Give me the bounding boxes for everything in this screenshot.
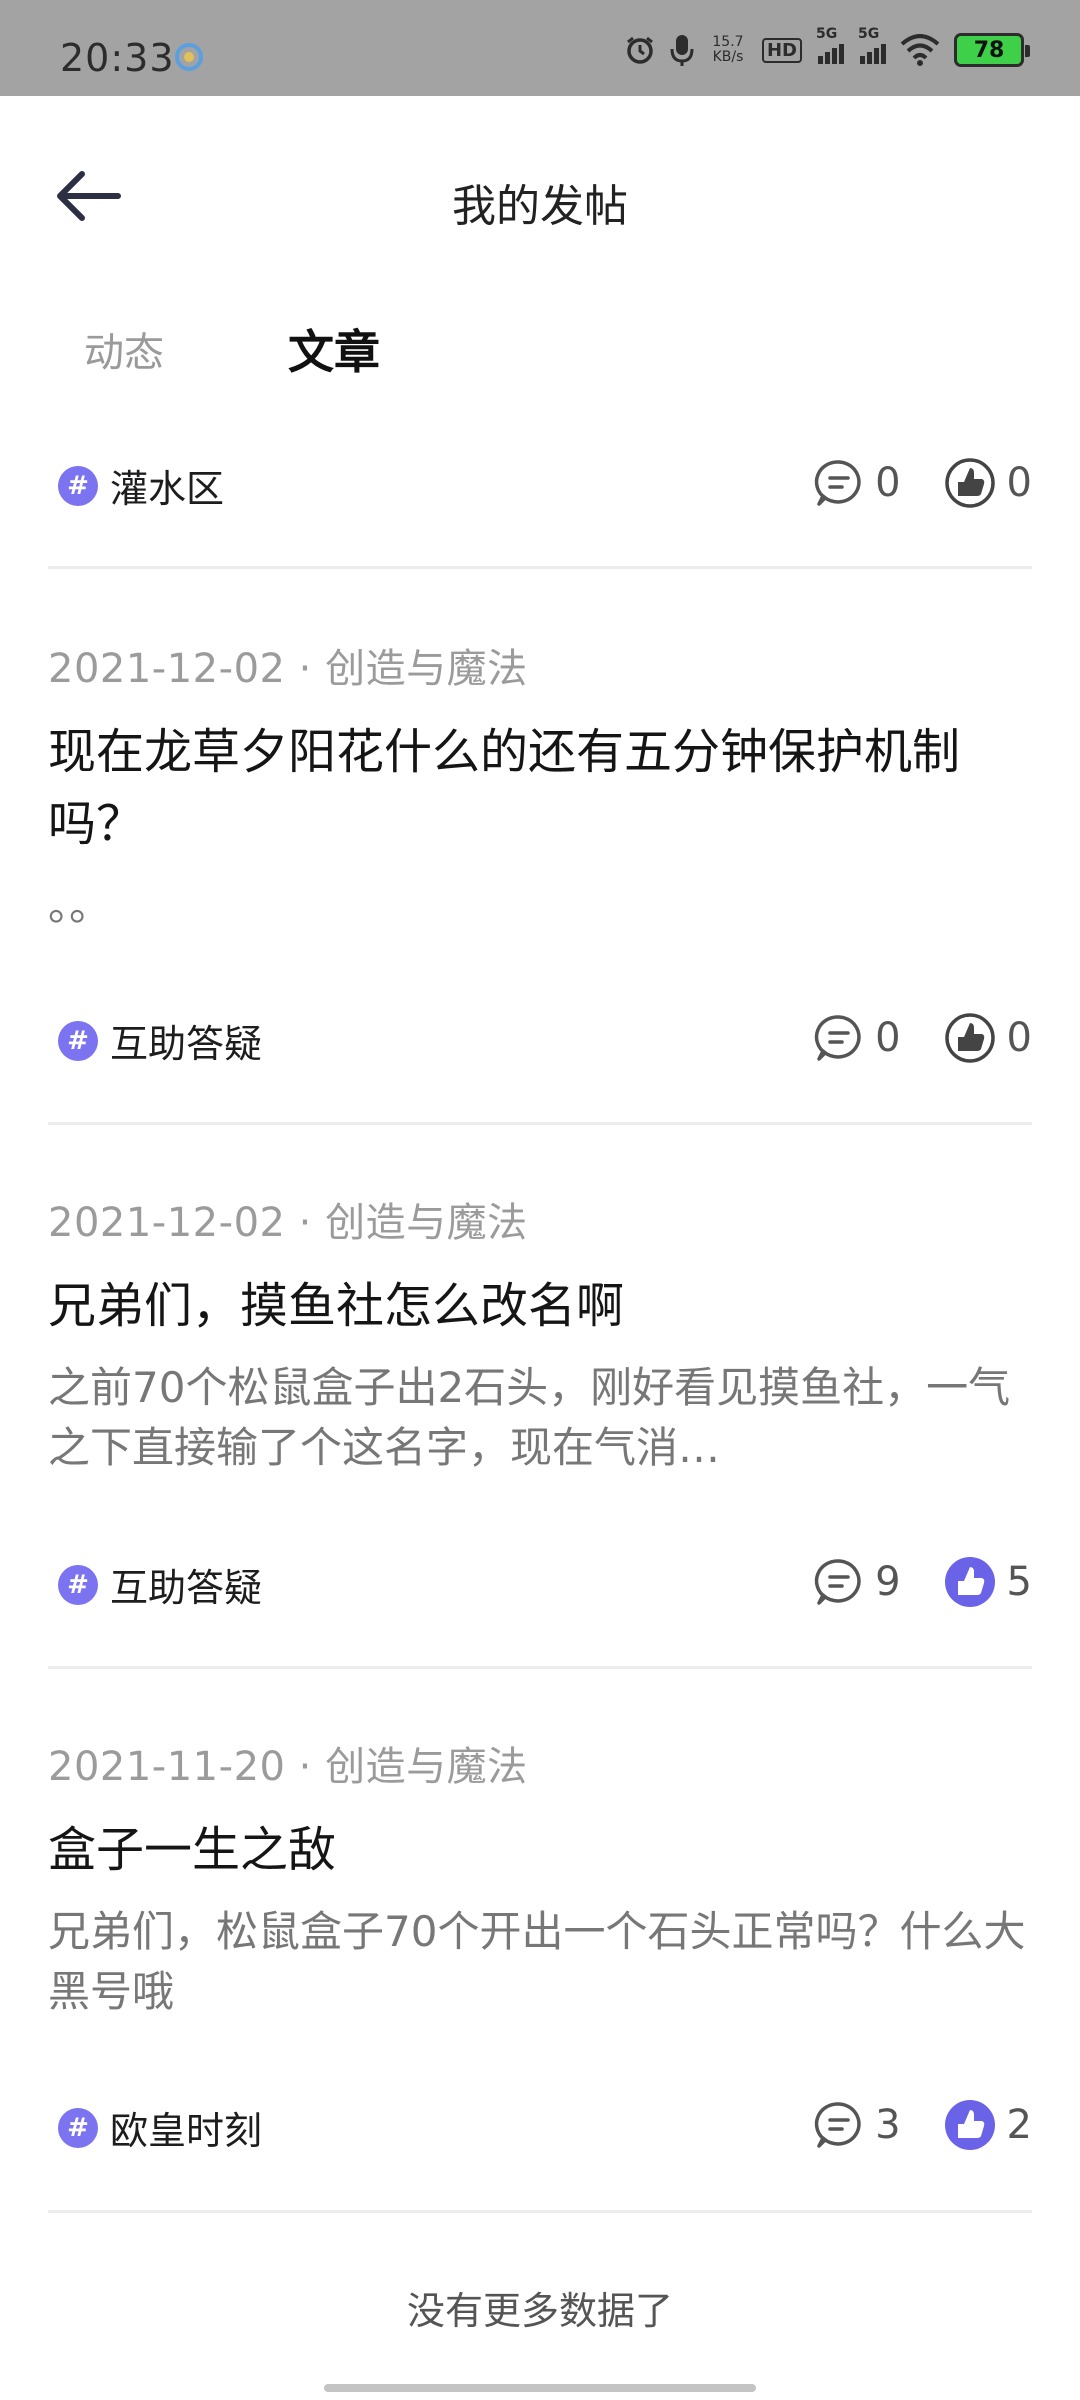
- post-title: 兄弟们，摸鱼社怎么改名啊: [48, 1278, 625, 1334]
- comment-icon: [814, 1015, 861, 1061]
- divider: [48, 2210, 1032, 2213]
- post-meta: 2021-12-02 · 创造与魔法: [48, 646, 528, 692]
- post-footer: # 灌水区 0 0: [48, 448, 1032, 518]
- divider: [48, 1122, 1032, 1125]
- page-title: 我的发帖: [452, 181, 628, 232]
- status-icons: 15.7 KB/s HD 5G 5G 78: [624, 26, 1030, 70]
- topic-tag[interactable]: # 灌水区: [58, 458, 224, 513]
- end-of-list-message: 没有更多数据了: [406, 2289, 673, 2333]
- hashtag-icon: #: [58, 465, 98, 506]
- hashtag-icon: #: [58, 1564, 98, 1605]
- hd-voice-icon: HD: [761, 37, 802, 63]
- app-header: 我的发帖: [0, 96, 1080, 296]
- post-footer: # 互助答疑 9 5: [48, 1547, 1032, 1617]
- status-time: 20:33: [60, 36, 175, 80]
- comment-icon: [814, 460, 861, 506]
- topic-tag[interactable]: # 欧皇时刻: [58, 2100, 262, 2155]
- battery-icon: 78: [954, 33, 1030, 67]
- thumbs-up-icon: [944, 458, 995, 508]
- post-stats: 0 0: [771, 448, 1032, 518]
- post-stats: 3 2: [771, 2090, 1032, 2160]
- microphone-icon: [670, 35, 694, 66]
- like-button[interactable]: 2: [943, 2098, 1032, 2152]
- thumbs-up-active-icon: [944, 2100, 995, 2150]
- topic-tag[interactable]: # 互助答疑: [58, 1013, 262, 1068]
- hashtag-icon: #: [58, 2107, 98, 2148]
- post-card[interactable]: 2021-11-20 · 创造与魔法 盒子一生之敌 兄弟们，松鼠盒子70个开出一…: [48, 1734, 1032, 2022]
- post-excerpt: 之前70个松鼠盒子出2石头，刚好看见摸鱼社，一气之下直接输了个这名字，现在气消…: [48, 1363, 1011, 1472]
- topic-tag[interactable]: # 互助答疑: [58, 1557, 262, 1612]
- post-card[interactable]: 2021-12-02 · 创造与魔法 现在龙草夕阳花什么的还有五分钟保护机制吗？…: [48, 636, 1032, 936]
- hashtag-icon: #: [58, 1020, 98, 1061]
- alarm-icon: [627, 36, 653, 64]
- signal-icon-sim1: 5G: [816, 26, 844, 64]
- like-button[interactable]: 0: [943, 1011, 1032, 1065]
- thumbs-up-icon: [944, 1013, 995, 1063]
- tab-bar: 动态 文章: [0, 310, 1080, 390]
- like-button[interactable]: 5: [943, 1555, 1032, 1609]
- like-button[interactable]: 0: [943, 456, 1032, 510]
- home-indicator[interactable]: [324, 2384, 756, 2392]
- post-card[interactable]: 2021-12-02 · 创造与魔法 兄弟们，摸鱼社怎么改名啊 之前70个松鼠盒…: [48, 1190, 1032, 1478]
- divider: [48, 1666, 1032, 1669]
- post-excerpt: 兄弟们，松鼠盒子70个开出一个石头正常吗？什么大黑号哦: [48, 1907, 1026, 2016]
- post-stats: 9 5: [771, 1547, 1032, 1617]
- status-bar: 20:33 15.7 KB/s HD 5G 5G 78: [0, 0, 1080, 96]
- post-footer: # 互助答疑 0 0: [48, 1003, 1032, 1073]
- network-speed: 15.7 KB/s: [712, 34, 744, 65]
- post-stats: 0 0: [771, 1003, 1032, 1073]
- tab-articles[interactable]: 文章: [288, 316, 380, 382]
- divider: [48, 566, 1032, 569]
- post-excerpt: 。。: [48, 881, 112, 930]
- comment-button[interactable]: 3: [813, 2100, 901, 2150]
- post-title: 盒子一生之敌: [48, 1822, 337, 1878]
- thumbs-up-active-icon: [944, 1557, 995, 1607]
- post-title: 现在龙草夕阳花什么的还有五分钟保护机制吗？: [48, 724, 961, 852]
- tab-dynamics[interactable]: 动态: [84, 320, 164, 378]
- comment-button[interactable]: 9: [813, 1557, 901, 1607]
- assistant-icon: [175, 43, 203, 71]
- comment-icon: [814, 2102, 861, 2148]
- post-footer: # 欧皇时刻 3 2: [48, 2090, 1032, 2160]
- post-meta: 2021-11-20 · 创造与魔法: [48, 1744, 528, 1790]
- wifi-icon: [900, 34, 940, 66]
- signal-icon-sim2: 5G: [858, 26, 886, 64]
- comment-icon: [814, 1559, 861, 1605]
- comment-button[interactable]: 0: [813, 1013, 901, 1063]
- post-meta: 2021-12-02 · 创造与魔法: [48, 1200, 528, 1246]
- comment-button[interactable]: 0: [813, 458, 901, 508]
